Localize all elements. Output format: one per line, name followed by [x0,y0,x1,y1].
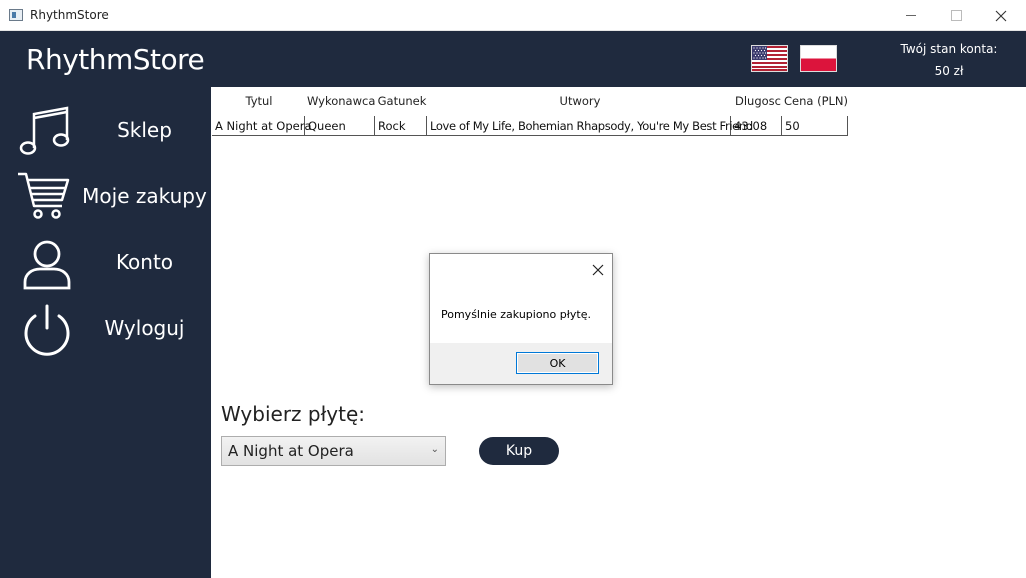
close-icon [592,264,604,276]
user-icon [23,240,71,290]
dialog-message: Pomyślnie zakupiono płytę. [441,308,591,321]
album-select[interactable]: A Night at Opera ⌄ [221,436,446,466]
cart-icon [18,172,70,219]
flag-pl-button[interactable] [800,45,837,72]
balance-value: 50 zł [934,64,964,78]
minimize-button[interactable] [888,0,934,31]
main-content: Tytul Wykonawca Gatunek Utwory Dlugosc C… [211,87,1026,578]
sidebar-item-label: Moje zakupy [82,184,207,208]
chevron-down-icon: ⌄ [430,444,439,455]
maximize-icon [950,10,962,21]
column-header[interactable]: Cena (PLN) [784,94,848,108]
sidebar-item-label: Wyloguj [104,316,185,340]
brand-title: RhythmStore [26,43,205,76]
flag-us-icon [752,46,787,71]
message-dialog: Pomyślnie zakupiono płytę. OK [429,253,613,385]
column-header[interactable]: Gatunek [376,94,428,108]
table-cell[interactable]: Queen [305,116,375,136]
window-titlebar: RhythmStore [0,0,1026,31]
buy-button[interactable]: Kup [479,437,559,465]
app-header: RhythmStore Twój stan konta: 50 zł [0,31,1026,87]
sidebar-item-label: Konto [115,250,174,274]
sidebar-item-label: Sklep [117,118,172,142]
table-cell[interactable]: 50 [782,116,848,136]
sidebar-item-konto[interactable]: Konto [0,232,211,294]
dialog-footer: OK [430,343,612,384]
table-cell[interactable]: A Night at Opera [212,116,312,136]
maximize-button[interactable] [933,0,979,31]
ok-button[interactable]: OK [516,352,599,374]
album-select-value: A Night at Opera [228,442,354,460]
window-title: RhythmStore [30,8,109,22]
dialog-close-button[interactable] [592,258,604,281]
sidebar-item-wyloguj[interactable]: Wyloguj [0,298,211,360]
flag-pl-icon [801,46,836,71]
music-note-icon [19,106,70,155]
sidebar-item-moje-zakupy[interactable]: Moje zakupy [0,166,211,228]
balance-label: Twój stan konta: [900,42,998,56]
column-header[interactable]: Dlugosc [733,94,783,108]
flag-us-button[interactable] [751,45,788,72]
sidebar: Sklep Moje zakupy Konto Wyloguj [0,87,211,578]
app-icon [9,9,23,21]
column-header[interactable]: Utwory [428,94,732,108]
table-cell[interactable]: Love of My Life, Bohemian Rhapsody, You'… [427,116,753,136]
select-album-label: Wybierz płytę: [221,402,365,426]
close-icon [995,10,1007,21]
column-header[interactable]: Tytul [212,94,306,108]
table-cell[interactable]: 43:08 [731,116,782,136]
table-cell[interactable]: Rock [375,116,427,136]
minimize-icon [906,15,916,16]
column-header[interactable]: Wykonawca [307,94,375,108]
power-icon [24,304,70,356]
close-window-button[interactable] [978,0,1024,31]
sidebar-item-sklep[interactable]: Sklep [0,100,211,162]
